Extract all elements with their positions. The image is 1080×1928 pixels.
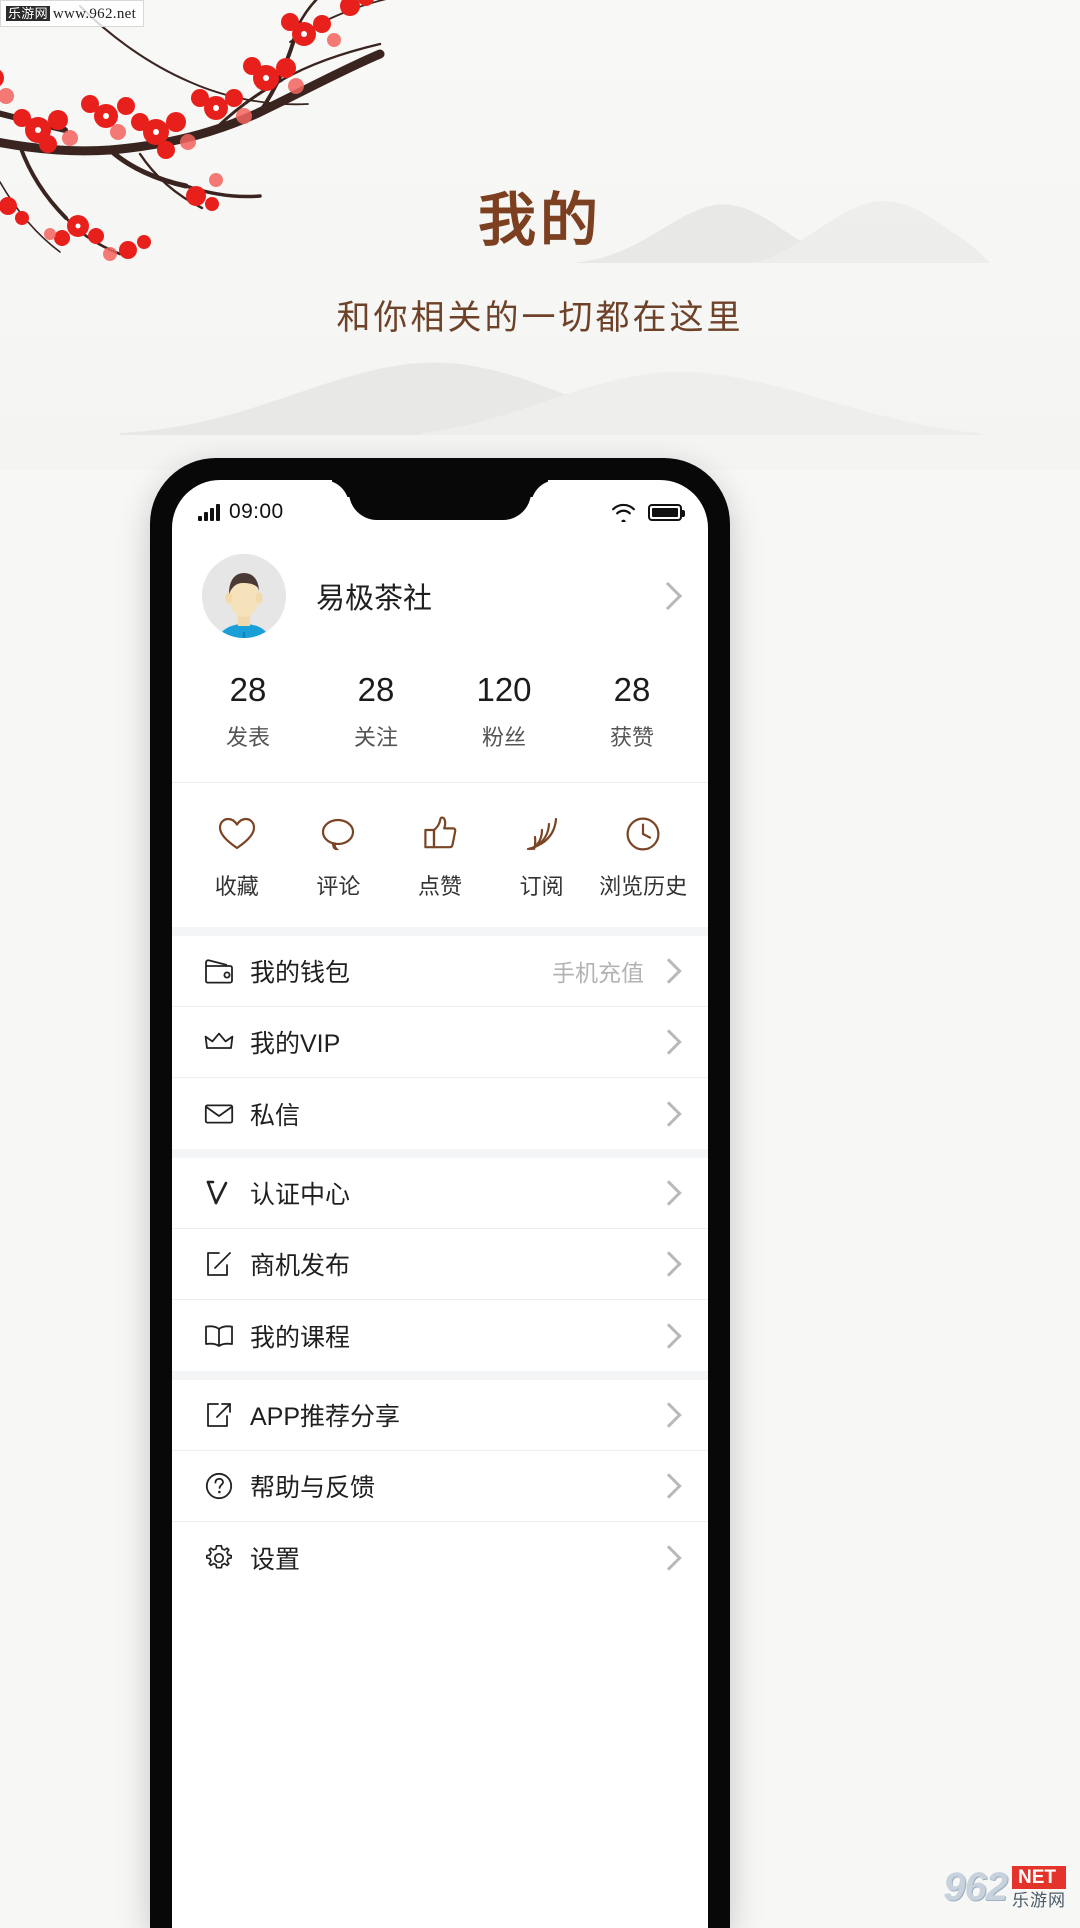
question-circle-icon [202,1469,236,1503]
stat-value: 28 [357,671,395,708]
status-bar-left: 09:00 [198,500,284,524]
quick-action-label: 订阅 [519,874,564,900]
watermark-top: 乐游网 www.962.net [0,0,145,27]
menu-item-label: 私信 [250,1101,301,1130]
chevron-right-icon[interactable] [656,958,682,985]
menu-item-vip[interactable]: 我的VIP [172,1007,708,1079]
menu-item-value: 手机充值 [552,960,644,987]
menu-group-2: 认证中心 商机发布 我的课程 [172,1158,708,1372]
quick-action-label: 收藏 [214,874,259,900]
menu-item-label: 设置 [250,1545,301,1574]
watermark-top-cn: 乐游网 [6,6,50,21]
phone-screen: 09:00 易极茶社 28 发表 28 关注 120 粉丝 28 获赞 收藏 评… [172,480,708,1928]
quick-action-label: 点赞 [417,874,462,900]
menu-item-label: 我的钱包 [250,959,351,988]
menu-item-label: APP推荐分享 [250,1403,401,1432]
menu-item-share-app[interactable]: APP推荐分享 [172,1380,708,1452]
menu-item-courses[interactable]: 我的课程 [172,1300,708,1371]
menu-item-label: 我的课程 [250,1323,351,1352]
rss-icon [491,813,593,855]
menu-group-divider [172,1149,708,1159]
stat-value: 120 [476,671,532,708]
stat-item-following[interactable]: 28 关注 [312,671,440,752]
menu-group-1: 我的钱包 手机充值 我的VIP 私信 [172,936,708,1150]
menu-item-label: 商机发布 [250,1252,351,1281]
menu-item-label: 帮助与反馈 [250,1474,376,1503]
share-arrow-icon [202,1398,236,1432]
menu-item-wallet[interactable]: 我的钱包 手机充值 [172,936,708,1008]
thumbs-up-icon [389,813,491,855]
stat-item-posts[interactable]: 28 发表 [184,671,312,752]
profile-header[interactable]: 易极茶社 [172,536,708,646]
menu-item-label: 认证中心 [250,1181,351,1210]
quick-action-subscribe[interactable]: 订阅 [491,813,593,901]
wifi-icon [612,503,635,522]
watermark-bottom: 962 NET 乐游网 [943,1865,1066,1910]
verify-check-icon [202,1176,236,1210]
status-bar: 09:00 [172,480,708,536]
quick-action-history[interactable]: 浏览历史 [592,813,694,901]
stat-label: 粉丝 [481,725,526,751]
profile-name: 易极茶社 [316,583,433,615]
chevron-right-icon[interactable] [656,1545,682,1571]
chevron-right-icon[interactable] [653,581,683,611]
watermark-right: NET 乐游网 [1012,1866,1066,1909]
comment-bubble-icon [288,813,390,855]
quick-action-likes[interactable]: 点赞 [389,813,491,901]
quick-actions: 收藏 评论 点赞 订阅 浏览历史 [172,783,708,937]
quick-action-comments[interactable]: 评论 [288,813,390,901]
heart-icon [186,813,288,855]
signal-bars-icon [198,503,220,521]
chevron-right-icon[interactable] [656,1402,682,1429]
stat-item-likes[interactable]: 28 获赞 [568,671,696,752]
profile-stats: 28 发表 28 关注 120 粉丝 28 获赞 [172,646,708,784]
book-open-icon [202,1319,236,1353]
watermark-top-url: www.962.net [52,6,137,22]
chevron-right-icon[interactable] [656,1180,682,1207]
clock-history-icon [592,813,694,855]
status-bar-right [611,503,685,522]
battery-full-icon [648,503,685,521]
chevron-right-icon[interactable] [656,1323,682,1349]
menu-item-label: 我的VIP [250,1030,341,1059]
menu-group-divider [172,1371,708,1381]
watermark-number: 962 [943,1865,1008,1909]
status-bar-time: 09:00 [229,500,284,523]
avatar[interactable] [202,554,286,638]
mountain-silhouette-near [120,362,980,435]
edit-square-icon [202,1247,236,1281]
stat-label: 发表 [225,725,270,751]
page-subtitle: 和你相关的一切都在这里 [336,299,744,337]
stat-label: 获赞 [609,725,654,751]
menu-item-help-feedback[interactable]: 帮助与反馈 [172,1451,708,1523]
watermark-net: NET [1012,1866,1066,1889]
user-avatar-icon [202,554,286,638]
stat-label: 关注 [353,725,398,751]
page-title: 我的 [477,188,602,253]
menu-item-verification[interactable]: 认证中心 [172,1158,708,1230]
watermark-cn: 乐游网 [1012,1891,1066,1910]
gear-icon [202,1541,236,1575]
menu-item-business-post[interactable]: 商机发布 [172,1229,708,1301]
stat-item-followers[interactable]: 120 粉丝 [440,671,568,752]
stat-value: 28 [613,671,651,708]
chevron-right-icon[interactable] [656,1101,682,1127]
phone-mockup: 09:00 易极茶社 28 发表 28 关注 120 粉丝 28 获赞 收藏 评… [150,458,730,1928]
quick-action-favorites[interactable]: 收藏 [186,813,288,901]
menu-item-settings[interactable]: 设置 [172,1522,708,1593]
envelope-icon [202,1097,236,1131]
quick-action-label: 浏览历史 [599,874,688,900]
menu-group-3: APP推荐分享 帮助与反馈 设置 [172,1380,708,1594]
wallet-icon [202,954,236,988]
chevron-right-icon[interactable] [656,1473,682,1500]
menu-item-messages[interactable]: 私信 [172,1078,708,1149]
stat-value: 28 [229,671,267,708]
promo-banner: 乐游网 www.962.net 我的 和你相关的一切都在这里 [0,0,1080,470]
chevron-right-icon[interactable] [656,1251,682,1278]
chevron-right-icon[interactable] [656,1029,682,1056]
quick-action-label: 评论 [316,874,361,900]
crown-icon [202,1025,236,1059]
